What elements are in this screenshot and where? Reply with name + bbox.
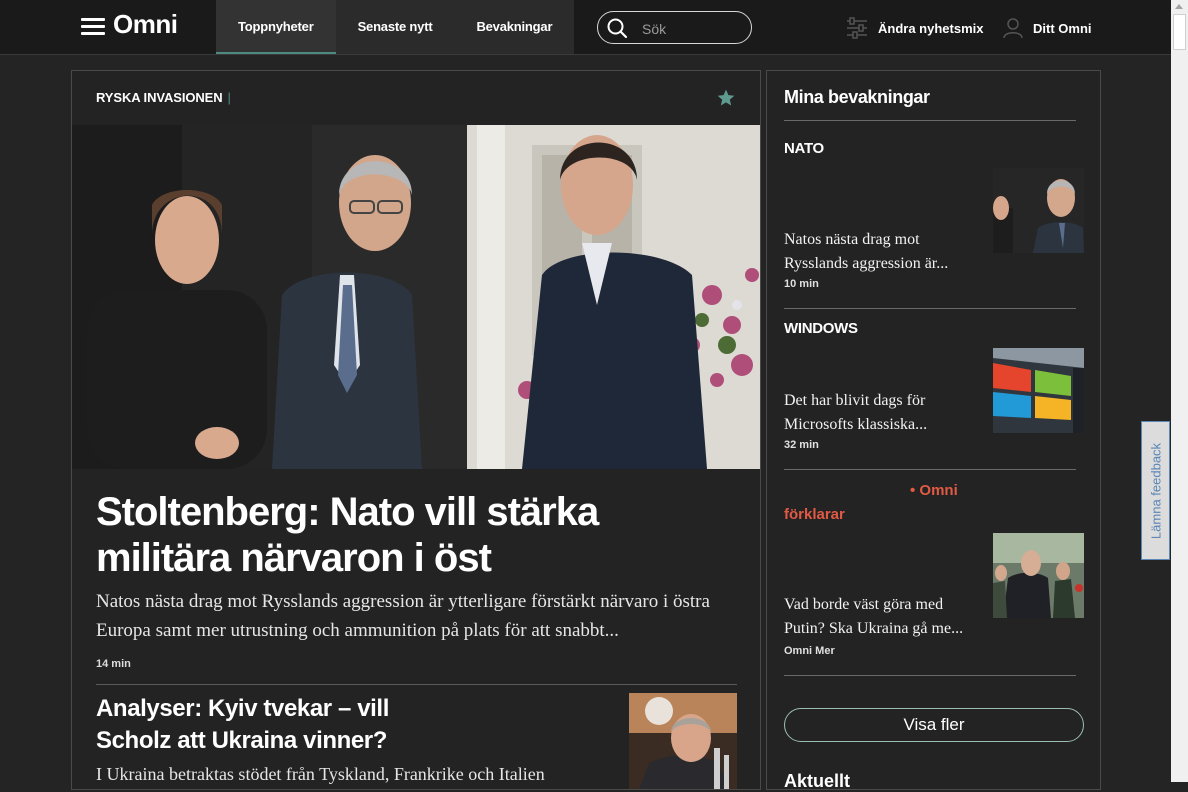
second-headline[interactable]: Analyser: Kyiv tvekar – vill Scholz att … [96, 693, 416, 757]
tab-bevakningar[interactable]: Bevakningar [454, 0, 574, 54]
watch-item-thumbnail[interactable] [993, 168, 1084, 253]
change-news-mix-button[interactable]: Ändra nyhetsmix [846, 15, 983, 41]
scroll-up-arrow-icon[interactable] [1175, 4, 1183, 9]
second-article-thumbnail[interactable] [629, 693, 737, 789]
omni-explains-tag[interactable]: • Omni förklarar [784, 479, 959, 527]
menu-icon[interactable] [81, 18, 105, 36]
change-news-mix-label: Ändra nyhetsmix [878, 20, 984, 36]
scrollbar-thumb[interactable] [1173, 14, 1186, 50]
profile-label: Ditt Omni [1033, 20, 1092, 36]
main-lead[interactable]: Natos nästa drag mot Rysslands aggressio… [96, 587, 716, 645]
watch-item-title[interactable]: Vad borde väst göra med Putin? Ska Ukrai… [784, 593, 984, 641]
watch-item-thumbnail[interactable] [993, 533, 1084, 618]
nato-photo-graphic [993, 168, 1084, 253]
divider [784, 308, 1076, 309]
main-headline[interactable]: Stoltenberg: Nato vill stärka militära n… [96, 489, 716, 581]
scholz-photo-graphic [629, 693, 737, 789]
my-watchlist-card: Mina bevakningar NATO Natos nästa drag m… [766, 70, 1101, 791]
watch-item-thumbnail[interactable] [993, 348, 1084, 433]
sliders-icon [847, 17, 867, 39]
section-label: RYSKA INVASIONEN [96, 90, 223, 105]
search-icon [607, 18, 628, 39]
section-header[interactable]: RYSKA INVASIONEN | [96, 90, 231, 105]
watch-item-title[interactable]: Det har blivit dags för Microsofts klass… [784, 389, 984, 437]
scrollbar[interactable] [1171, 0, 1188, 782]
section-separator: | [227, 90, 231, 105]
watch-item-title[interactable]: Natos nästa drag mot Rysslands aggressio… [784, 228, 984, 276]
main-article-card: RYSKA INVASIONEN | Stoltenberg: Nato vil… [71, 70, 761, 790]
divider [784, 469, 1076, 470]
tab-senaste-nytt[interactable]: Senaste nytt [336, 0, 455, 54]
omni-logo[interactable]: Omni [113, 9, 178, 40]
hero-photo-graphic [72, 125, 760, 469]
show-more-button[interactable]: Visa fler [784, 708, 1084, 742]
feedback-label: Lämna feedback [1148, 442, 1163, 539]
divider [784, 675, 1076, 676]
profile-button[interactable]: Ditt Omni [1003, 15, 1092, 41]
main-tabs: Toppnyheter Senaste nytt Bevakningar [216, 0, 575, 54]
second-lead[interactable]: I Ukraina betraktas stödet från Tyskland… [96, 761, 616, 787]
search-box[interactable] [597, 11, 752, 44]
star-icon[interactable] [716, 88, 736, 108]
tab-toppnyheter[interactable]: Toppnyheter [216, 0, 336, 54]
watch-item-time: 32 min [784, 439, 819, 451]
topic-windows[interactable]: WINDOWS [784, 320, 858, 337]
watchlist-title: Mina bevakningar [784, 87, 930, 107]
hero-image[interactable] [72, 125, 760, 469]
topic-nato[interactable]: NATO [784, 140, 824, 157]
main-time: 14 min [96, 658, 131, 670]
divider [784, 120, 1076, 121]
watch-item-source: Omni Mer [784, 645, 835, 657]
putin-photo-graphic [993, 533, 1084, 618]
user-icon [1003, 18, 1023, 39]
feedback-tab[interactable]: Lämna feedback [1141, 421, 1170, 560]
divider [96, 684, 737, 685]
top-navigation-bar: Omni Toppnyheter Senaste nytt Bevakninga… [0, 0, 1171, 55]
windows-photo-graphic [993, 348, 1084, 433]
search-input[interactable] [640, 18, 744, 40]
watch-item-time: 10 min [784, 278, 819, 290]
